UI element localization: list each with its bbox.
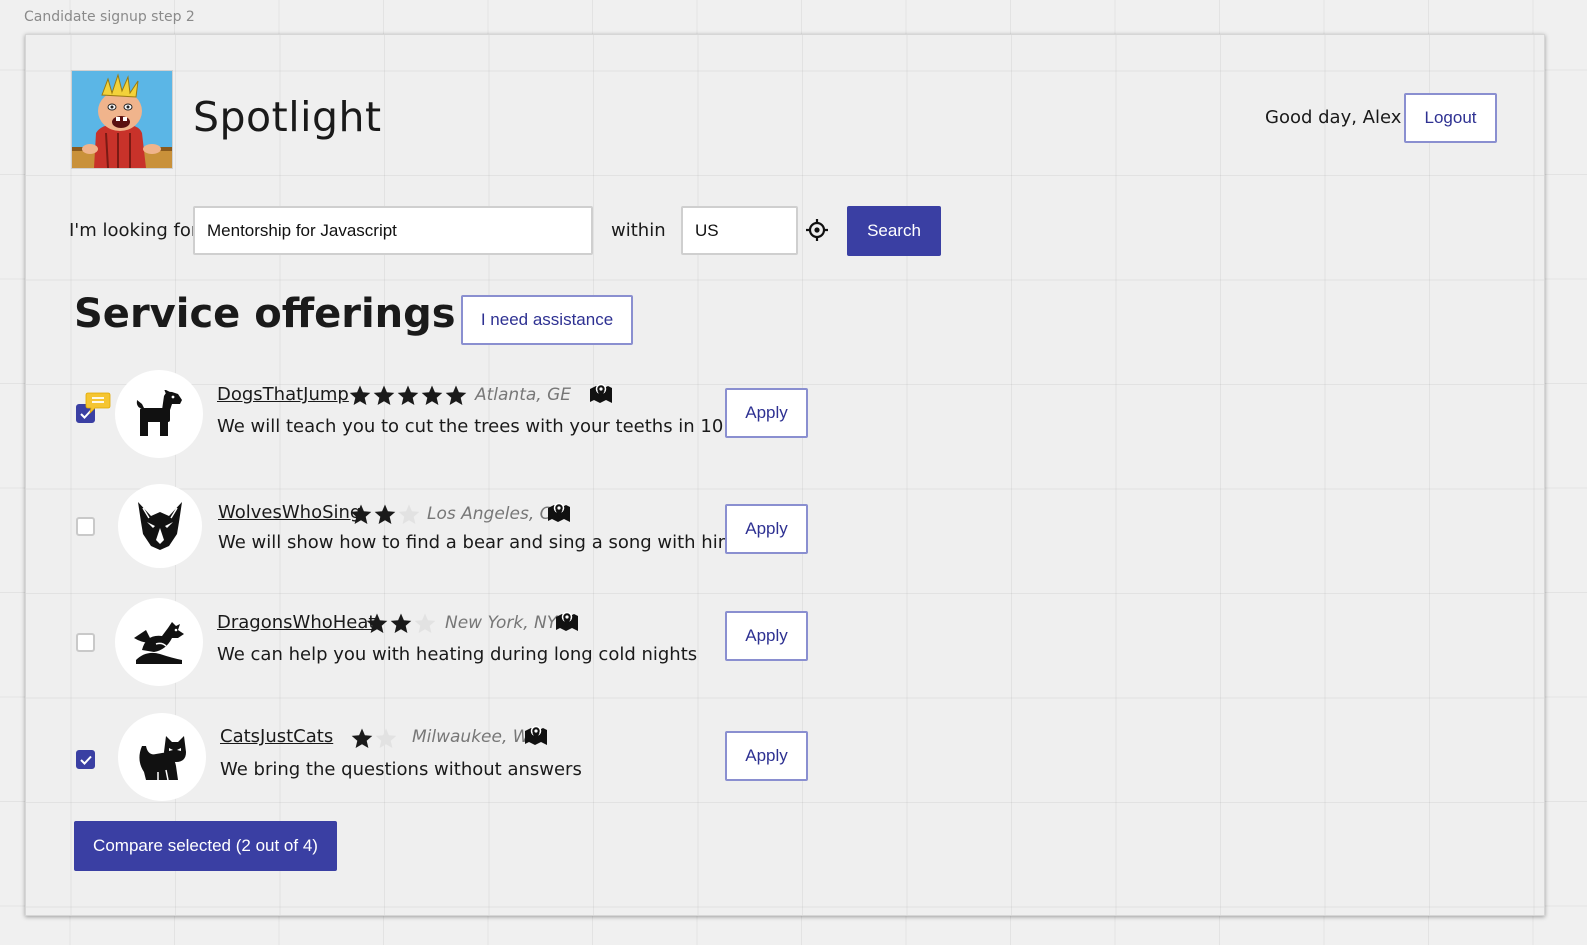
star-empty-icon bbox=[397, 503, 421, 525]
need-assistance-button[interactable]: I need assistance bbox=[461, 295, 633, 345]
service-location: Milwaukee, WI bbox=[412, 727, 535, 747]
app-frame: Spotlight Good day, Alex! Logout I'm loo… bbox=[25, 34, 1545, 916]
comment-icon[interactable] bbox=[85, 392, 111, 415]
select-checkbox[interactable] bbox=[76, 750, 95, 769]
service-description: We will show how to find a bear and sing… bbox=[218, 532, 736, 553]
app-title: Spotlight bbox=[193, 93, 382, 141]
service-name-link[interactable]: WolvesWhoSing bbox=[218, 502, 361, 523]
rating-stars bbox=[349, 503, 421, 525]
star-filled-icon bbox=[365, 612, 389, 634]
select-checkbox[interactable] bbox=[76, 517, 95, 536]
star-filled-icon bbox=[350, 727, 374, 749]
service-name-link[interactable]: DragonsWhoHeat bbox=[217, 612, 375, 633]
map-icon[interactable] bbox=[589, 383, 613, 405]
apply-button[interactable]: Apply bbox=[725, 731, 808, 781]
service-location: New York, NY bbox=[445, 613, 558, 633]
star-empty-icon bbox=[413, 612, 437, 634]
map-icon[interactable] bbox=[524, 725, 548, 747]
service-location: Atlanta, GE bbox=[475, 385, 572, 405]
service-description: We will teach you to cut the trees with … bbox=[217, 416, 773, 437]
map-icon[interactable] bbox=[555, 611, 579, 633]
star-filled-icon bbox=[444, 384, 468, 406]
search-query-input[interactable]: Mentorship for Javascript bbox=[193, 206, 593, 255]
rating-stars bbox=[365, 612, 437, 634]
service-description: We bring the questions without answers bbox=[220, 759, 582, 780]
star-filled-icon bbox=[396, 384, 420, 406]
service-description: We can help you with heating during long… bbox=[217, 644, 698, 665]
star-filled-icon bbox=[348, 384, 372, 406]
logout-button[interactable]: Logout bbox=[1404, 93, 1497, 143]
looking-for-label: I'm looking for bbox=[69, 220, 199, 241]
apply-button[interactable]: Apply bbox=[725, 611, 808, 661]
wolf-icon bbox=[118, 484, 202, 568]
greeting-text: Good day, Alex! bbox=[1265, 107, 1409, 128]
rating-stars bbox=[350, 727, 398, 749]
cat-icon bbox=[118, 713, 206, 801]
select-checkbox[interactable] bbox=[76, 633, 95, 652]
location-input[interactable]: US bbox=[681, 206, 798, 255]
within-label: within bbox=[611, 220, 666, 241]
star-filled-icon bbox=[389, 612, 413, 634]
service-name-link[interactable]: DogsThatJump bbox=[217, 384, 349, 405]
map-icon[interactable] bbox=[547, 502, 571, 524]
compare-selected-button[interactable]: Compare selected (2 out of 4) bbox=[74, 821, 337, 871]
dog-icon bbox=[115, 370, 203, 458]
apply-button[interactable]: Apply bbox=[725, 504, 808, 554]
rating-stars bbox=[348, 384, 468, 406]
service-name-link[interactable]: CatsJustCats bbox=[220, 726, 333, 747]
star-filled-icon bbox=[373, 503, 397, 525]
frame-label: Candidate signup step 2 bbox=[24, 9, 195, 25]
dragon-icon bbox=[115, 598, 203, 686]
star-filled-icon bbox=[420, 384, 444, 406]
app-logo bbox=[71, 70, 173, 169]
star-filled-icon bbox=[372, 384, 396, 406]
star-empty-icon bbox=[374, 727, 398, 749]
apply-button[interactable]: Apply bbox=[725, 388, 808, 438]
search-button[interactable]: Search bbox=[847, 206, 941, 256]
crosshair-icon[interactable] bbox=[805, 218, 829, 242]
star-filled-icon bbox=[349, 503, 373, 525]
service-location: Los Angeles, CA bbox=[427, 504, 564, 524]
